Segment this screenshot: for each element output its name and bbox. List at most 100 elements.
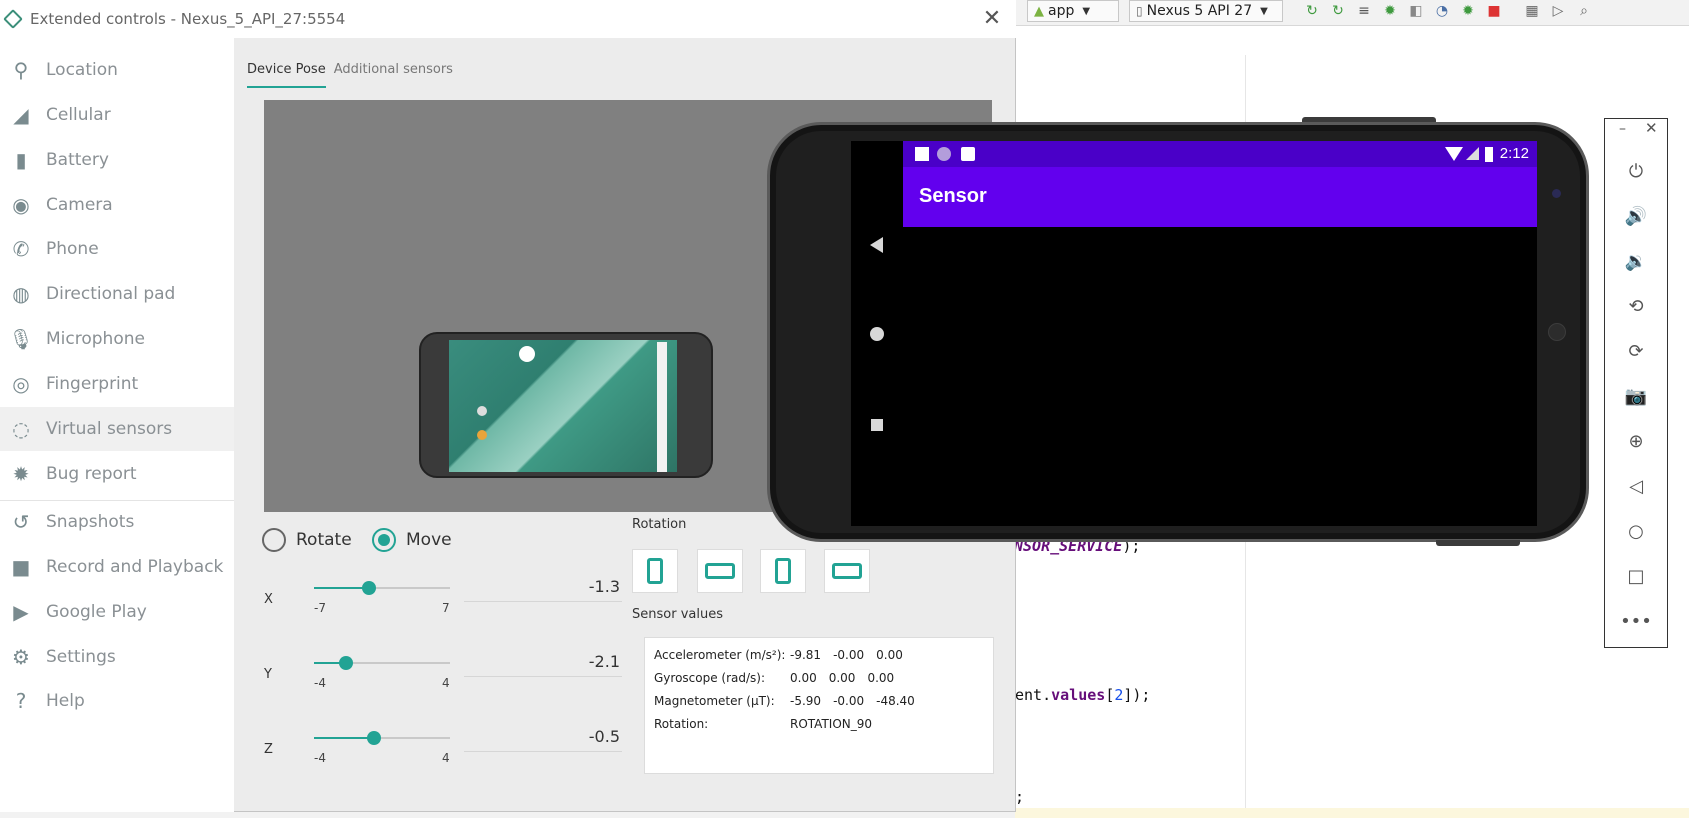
sidebar-item-location[interactable]: ⚲ Location	[0, 48, 234, 92]
landscape-icon	[705, 563, 735, 579]
sdk-manager-icon[interactable]: ▦	[1523, 2, 1541, 20]
sidebar-item-battery[interactable]: ▮ Battery	[0, 138, 234, 182]
sidebar-item-bug-report[interactable]: ✹ Bug report	[0, 452, 234, 496]
close-icon[interactable]: ✕	[980, 6, 1004, 31]
tab-additional-sensors[interactable]: Additional sensors	[334, 60, 453, 88]
slider-x[interactable]	[314, 581, 450, 595]
device-dropdown[interactable]: ▯ Nexus 5 API 27 ▼	[1129, 0, 1283, 22]
tab-device-pose[interactable]: Device Pose	[247, 60, 326, 88]
window-title: Extended controls - Nexus_5_API_27:5554	[30, 10, 346, 28]
avd-manager-icon[interactable]: ▷	[1549, 2, 1567, 20]
sidebar-item-label: Cellular	[46, 105, 111, 125]
volume-up-icon[interactable]: 🔊	[1605, 198, 1667, 234]
rotate-left-icon[interactable]: ⟲	[1605, 288, 1667, 324]
apply-changes-icon[interactable]: ↻	[1303, 2, 1321, 20]
sidebar-item-settings[interactable]: ⚙ Settings	[0, 635, 234, 679]
chrome-icon	[477, 430, 487, 440]
sensor-value: -48.40	[876, 694, 915, 708]
move-radio[interactable]	[372, 528, 396, 552]
android-icon: ▲	[1034, 3, 1044, 19]
sensor-value: 0.00	[828, 671, 856, 685]
sidebar-item-help[interactable]: ? Help	[0, 679, 234, 723]
cell-signal-icon	[1466, 147, 1479, 160]
sensor-value: -0.00	[833, 648, 865, 662]
close-icon[interactable]: ✕	[1645, 119, 1658, 137]
move-radio-option[interactable]: Move	[372, 528, 452, 552]
rotate-landscape-button[interactable]	[697, 549, 743, 593]
search-icon[interactable]: ⌕	[1575, 2, 1593, 20]
location-pin-icon: ⚲	[13, 58, 29, 82]
sensor-value: ROTATION_90	[790, 717, 873, 731]
fingerprint-icon: ◎	[12, 372, 30, 396]
slider-handle[interactable]	[362, 581, 377, 595]
sidebar-item-camera[interactable]: ◉ Camera	[0, 183, 234, 227]
camera-icon: ◉	[12, 193, 30, 217]
sidebar-item-cellular[interactable]: ◢ Cellular	[0, 93, 234, 137]
sensors-icon: ◌	[12, 417, 30, 441]
run-config-dropdown[interactable]: ▲ app ▼	[1027, 0, 1119, 22]
slider-value-x[interactable]: -1.3	[540, 577, 620, 596]
more-icon[interactable]: •••	[1605, 603, 1667, 639]
debug-icon[interactable]: ✹	[1381, 2, 1399, 20]
sidebar-item-virtual-sensors[interactable]: ◌ Virtual sensors	[0, 407, 234, 451]
rotate-reverse-portrait-button[interactable]	[760, 549, 806, 593]
zoom-icon[interactable]: ⊕	[1605, 423, 1667, 459]
rotate-radio[interactable]	[262, 528, 286, 552]
emulator-screen[interactable]: 2:12 Sensor	[851, 141, 1537, 526]
sidebar-item-google-play[interactable]: ▶ Google Play	[0, 590, 234, 634]
power-icon[interactable]: ⏻	[1605, 153, 1667, 189]
volume-down-icon[interactable]: 🔉	[1605, 243, 1667, 279]
sensor-name: Accelerometer (m/s²):	[654, 648, 786, 662]
device-icon: ▯	[1136, 4, 1143, 18]
sidebar-item-microphone[interactable]: 🎙 Microphone	[0, 317, 234, 361]
portrait-icon	[647, 558, 663, 584]
value-underline	[464, 751, 622, 752]
sensor-row: Gyroscope (rad/s): 0.00 0.00 0.00	[654, 671, 906, 685]
virtual-phone-model[interactable]	[419, 332, 713, 478]
nav-overview-icon[interactable]	[871, 419, 883, 431]
minimize-icon[interactable]: –	[1619, 121, 1626, 137]
sensor-row: Magnetometer (μT): -5.90 -0.00 -48.40	[654, 694, 927, 708]
back-icon[interactable]: ◁	[1605, 468, 1667, 504]
slider-value-y[interactable]: -2.1	[540, 652, 620, 671]
screen: ▲ app ▼ ▯ Nexus 5 API 27 ▼ ↻ ↻ ≡ ✹ ◧ ◔ ✹…	[0, 0, 1689, 818]
bug-icon: ✹	[12, 462, 30, 486]
sidebar-item-label: Virtual sensors	[46, 419, 173, 439]
slider-value-z[interactable]: -0.5	[540, 727, 620, 746]
sensor-name: Rotation:	[654, 717, 709, 731]
rotate-portrait-button[interactable]	[632, 549, 678, 593]
signal-icon: ◢	[13, 103, 29, 127]
overview-icon[interactable]: □	[1605, 558, 1667, 594]
profiler-icon[interactable]: ◔	[1433, 2, 1451, 20]
sidebar-item-fingerprint[interactable]: ◎ Fingerprint	[0, 362, 234, 406]
apps-icon	[477, 406, 487, 416]
chevron-down-icon: ▼	[1082, 5, 1091, 17]
sidebar-item-snapshots[interactable]: ↺ Snapshots	[0, 500, 234, 544]
rotate-right-icon[interactable]: ⟳	[1605, 333, 1667, 369]
attach-icon[interactable]: ✹	[1459, 2, 1477, 20]
sidebar-item-directional-pad[interactable]: ◍ Directional pad	[0, 272, 234, 316]
logcat-icon[interactable]: ≡	[1355, 2, 1373, 20]
slider-min-label: -4	[314, 676, 326, 690]
sidebar-item-label: Battery	[46, 150, 109, 170]
screenshot-icon[interactable]: 📷	[1605, 378, 1667, 414]
slider-z[interactable]	[314, 731, 450, 745]
rotate-reverse-landscape-button[interactable]	[824, 549, 870, 593]
nav-back-icon[interactable]	[870, 237, 883, 253]
attach-debugger-icon[interactable]: ◧	[1407, 2, 1425, 20]
sidebar-item-label: Phone	[46, 239, 99, 259]
sidebar-item-record-and-playback[interactable]: ■ Record and Playback	[0, 545, 234, 589]
stop-icon[interactable]: ■	[1485, 2, 1503, 20]
google-icon	[519, 346, 535, 362]
nav-home-icon[interactable]	[870, 327, 884, 341]
sidebar-item-phone[interactable]: ✆ Phone	[0, 227, 234, 271]
sidebar-item-label: Directional pad	[46, 284, 176, 304]
rotate-radio-option[interactable]: Rotate	[262, 528, 352, 552]
sidebar-item-label: Microphone	[46, 329, 145, 349]
slider-handle[interactable]	[366, 731, 381, 745]
home-icon[interactable]: ○	[1605, 513, 1667, 549]
slider-y[interactable]	[314, 656, 450, 670]
slider-handle[interactable]	[339, 656, 354, 670]
sidebar: ⚲ Location ◢ Cellular ▮ Battery ◉ Camera ✆ Phone ◍…	[0, 38, 234, 812]
apply-code-changes-icon[interactable]: ↻	[1329, 2, 1347, 20]
